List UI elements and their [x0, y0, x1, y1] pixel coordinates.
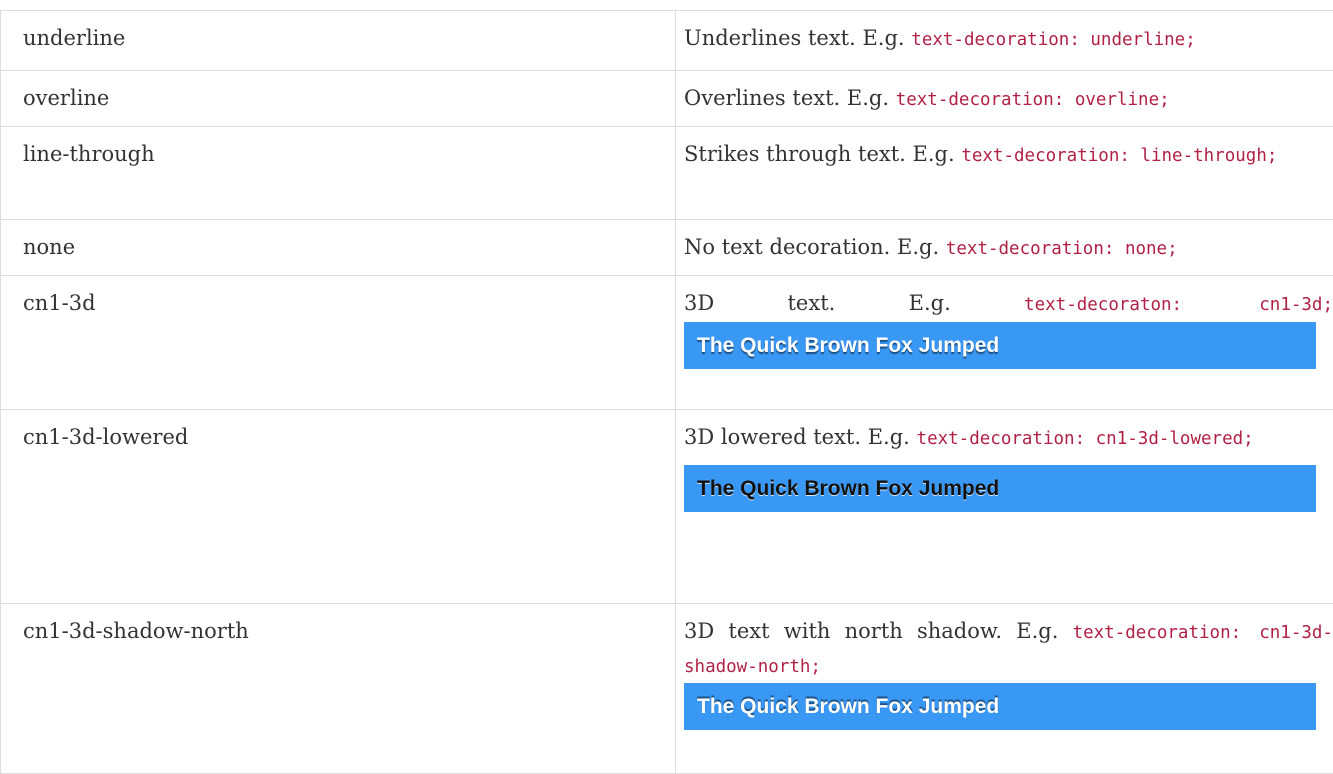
code-example: text-decoraton: cn1-3d;: [1024, 295, 1333, 315]
code-example: text-decoration: none;: [946, 239, 1178, 259]
value-cell: cn1-3d-shadow-north: [1, 604, 676, 774]
description-cell: 3D text. E.g. text-decoraton: cn1-3d; The…: [676, 276, 1333, 410]
description-text: 3D text with north shadow. E.g.: [684, 619, 1058, 643]
demo-3d-banner: The Quick Brown Fox Jumped: [684, 322, 1316, 369]
description-text: Strikes through text. E.g.: [684, 142, 955, 166]
description-cell: 3D text with north shadow. E.g. text-dec…: [676, 604, 1333, 774]
description-cell: 3D lowered text. E.g. text-decoration: c…: [676, 410, 1333, 604]
value-cell: overline: [1, 71, 676, 127]
table-row: line-through Strikes through text. E.g. …: [1, 127, 1333, 220]
table-row: cn1-3d-shadow-north 3D text with north s…: [1, 604, 1333, 774]
value-cell: none: [1, 220, 676, 276]
description-text: Underlines text. E.g.: [684, 26, 905, 50]
value-cell: cn1-3d-lowered: [1, 410, 676, 604]
value-cell: line-through: [1, 127, 676, 220]
description-text: Overlines text. E.g.: [684, 86, 889, 110]
description-cell: Underlines text. E.g. text-decoration: u…: [676, 11, 1333, 71]
description-text: No text decoration. E.g.: [684, 235, 939, 259]
description-text: 3D lowered text. E.g.: [684, 425, 910, 449]
table-row: underline Underlines text. E.g. text-dec…: [1, 11, 1333, 71]
description-cell: Strikes through text. E.g. text-decorati…: [676, 127, 1333, 220]
demo-3d-lowered-banner: The Quick Brown Fox Jumped: [684, 465, 1316, 512]
table-row: none No text decoration. E.g. text-decor…: [1, 220, 1333, 276]
table-row: cn1-3d-lowered 3D lowered text. E.g. tex…: [1, 410, 1333, 604]
code-example: text-decoration: cn1-3d-lowered;: [917, 429, 1254, 449]
description-cell: Overlines text. E.g. text-decoration: ov…: [676, 71, 1333, 127]
value-cell: underline: [1, 11, 676, 71]
table-row: cn1-3d 3D text. E.g. text-decoraton: cn1…: [1, 276, 1333, 410]
code-example: text-decoration: underline;: [911, 30, 1195, 50]
code-example: text-decoration: overline;: [896, 90, 1170, 110]
description-cell: No text decoration. E.g. text-decoration…: [676, 220, 1333, 276]
value-cell: cn1-3d: [1, 276, 676, 410]
table-row: overline Overlines text. E.g. text-decor…: [1, 71, 1333, 127]
demo-3d-north-banner: The Quick Brown Fox Jumped: [684, 683, 1316, 730]
description-text: 3D text. E.g.: [684, 291, 951, 315]
code-example: text-decoration: line-through;: [961, 146, 1277, 166]
text-decoration-table: underline Underlines text. E.g. text-dec…: [0, 10, 1333, 774]
